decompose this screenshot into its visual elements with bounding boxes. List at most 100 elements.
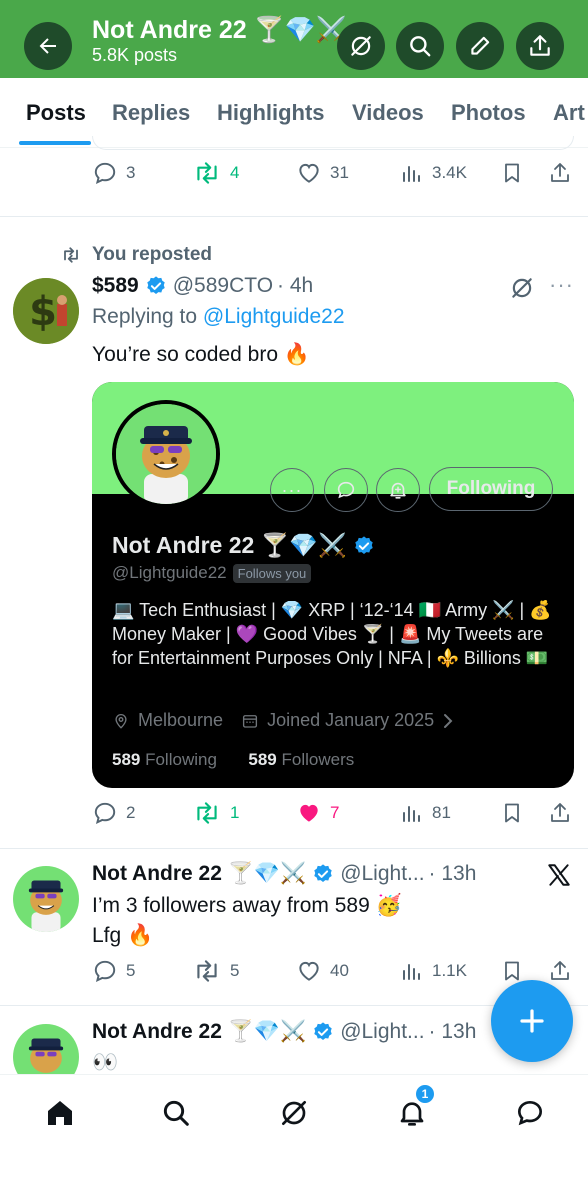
author-name[interactable]: Not Andre 22 🍸💎⚔️: [92, 1020, 306, 1044]
following-label[interactable]: Following: [140, 750, 217, 769]
svg-text:$: $: [29, 289, 57, 335]
reply-count: 5: [126, 961, 136, 980]
share-button[interactable]: [516, 22, 564, 70]
nav-search[interactable]: [156, 1093, 196, 1133]
reply-count: 3: [126, 163, 136, 182]
card-avatar: [112, 400, 220, 508]
compose-post-button[interactable]: [491, 980, 573, 1062]
reply-button[interactable]: 5: [92, 958, 135, 984]
post-actions: 5 5 40 1.1K: [92, 958, 572, 988]
replying-to-line: Replying to @Lightguide22: [92, 302, 345, 332]
views-icon: [403, 806, 420, 822]
reply-button[interactable]: 2: [92, 800, 135, 826]
views-icon: [403, 166, 420, 182]
edit-button[interactable]: [456, 22, 504, 70]
card-more-button[interactable]: ···: [270, 468, 314, 512]
share-post-button[interactable]: [548, 800, 572, 826]
repost-button[interactable]: 4: [192, 160, 239, 186]
like-button[interactable]: 31: [296, 160, 349, 186]
post-divider: [0, 216, 588, 217]
replying-prefix: Replying to: [92, 305, 203, 328]
like-button[interactable]: 7: [296, 800, 339, 826]
grok-icon[interactable]: [509, 275, 535, 301]
messages-icon: [337, 481, 355, 499]
post-author-line: Not Andre 22 🍸💎⚔️ @Light... · 13h: [92, 1020, 476, 1044]
share-icon: [551, 803, 569, 822]
tab-photos[interactable]: Photos: [451, 100, 526, 126]
reply-count: 2: [126, 803, 136, 822]
post-author-line: Not Andre 22 🍸💎⚔️ @Light... · 13h: [92, 862, 476, 886]
share-post-button[interactable]: [548, 160, 572, 186]
replying-to-link[interactable]: @Lightguide22: [203, 305, 345, 328]
nav-home[interactable]: [40, 1093, 80, 1133]
author-handle[interactable]: @Light...: [340, 862, 424, 886]
followers-label[interactable]: Followers: [277, 750, 354, 769]
active-tab-indicator: [19, 141, 91, 145]
like-count: 40: [330, 961, 349, 980]
share-icon: [530, 35, 550, 56]
following-button[interactable]: Following: [429, 467, 553, 511]
home-icon: [48, 1101, 72, 1125]
post-count: 5.8K posts: [92, 45, 178, 65]
reply-button[interactable]: 3: [92, 160, 135, 186]
bookmark-icon: [505, 803, 519, 823]
author-handle[interactable]: @589CTO: [173, 274, 273, 298]
share-icon: [551, 163, 569, 182]
author-name[interactable]: Not Andre 22 🍸💎⚔️: [92, 862, 306, 886]
nav-messages[interactable]: [510, 1093, 550, 1133]
views-button[interactable]: 3.4K: [400, 160, 467, 186]
more-options-icon[interactable]: ···: [549, 272, 574, 298]
bookmark-button[interactable]: [500, 958, 524, 984]
search-button[interactable]: [396, 22, 444, 70]
views-button[interactable]: 81: [400, 800, 451, 826]
search-icon: [410, 36, 431, 57]
reply-icon: [94, 960, 116, 982]
tab-posts[interactable]: Posts: [26, 100, 86, 126]
post-text: You’re so coded bro 🔥: [92, 343, 311, 366]
leopard-avatar-image: [116, 404, 216, 504]
profile-header: Not Andre 22 🍸💎⚔️ 5.8K posts: [0, 0, 588, 78]
tab-articles[interactable]: Art: [553, 100, 585, 126]
repost-button[interactable]: 1: [192, 800, 239, 826]
views-count: 3.4K: [432, 163, 467, 182]
views-button[interactable]: 1.1K: [400, 958, 467, 984]
grok-button[interactable]: [337, 22, 385, 70]
tab-replies[interactable]: Replies: [112, 100, 190, 126]
views-count: 81: [432, 803, 451, 822]
post-time: · 13h: [428, 862, 477, 885]
nav-notifications[interactable]: 1: [392, 1083, 436, 1133]
card-location: Melbourne: [138, 710, 224, 730]
avatar[interactable]: [13, 866, 79, 932]
embedded-profile-card[interactable]: ··· Following Not Andre 22 🍸💎⚔️ @Lightgu…: [92, 382, 574, 788]
bookmark-button[interactable]: [500, 160, 524, 186]
grok-icon: [351, 36, 371, 56]
grok-icon: [282, 1101, 306, 1125]
chevron-right-icon: [444, 713, 453, 728]
post-actions: 2 1 7 81: [92, 800, 572, 830]
share-post-button[interactable]: [548, 958, 572, 984]
tab-highlights[interactable]: Highlights: [217, 100, 325, 126]
bookmark-button[interactable]: [500, 800, 524, 826]
bookmark-icon: [505, 961, 519, 981]
back-button[interactable]: [24, 22, 72, 70]
card-notify-button[interactable]: [376, 468, 420, 512]
share-icon: [551, 961, 569, 980]
following-count[interactable]: 589: [112, 750, 140, 769]
more-options-icon: ···: [281, 479, 303, 500]
post-time: · 4h: [277, 274, 314, 297]
tab-videos[interactable]: Videos: [352, 100, 424, 126]
notifications-icon: [390, 482, 406, 499]
embedded-media-edge: [92, 136, 574, 150]
author-name[interactable]: $589: [92, 274, 139, 298]
nav-grok[interactable]: [274, 1093, 314, 1133]
repost-icon: [197, 162, 217, 184]
author-handle[interactable]: @Light...: [340, 1020, 424, 1044]
card-message-button[interactable]: [324, 468, 368, 512]
followers-count[interactable]: 589: [248, 750, 276, 769]
notification-count-badge: 1: [414, 1083, 436, 1105]
location-icon: [115, 713, 127, 729]
repost-button[interactable]: 5: [192, 958, 239, 984]
dollar-avatar-image: $: [13, 278, 79, 344]
avatar[interactable]: $: [13, 278, 79, 344]
like-button[interactable]: 40: [296, 958, 349, 984]
